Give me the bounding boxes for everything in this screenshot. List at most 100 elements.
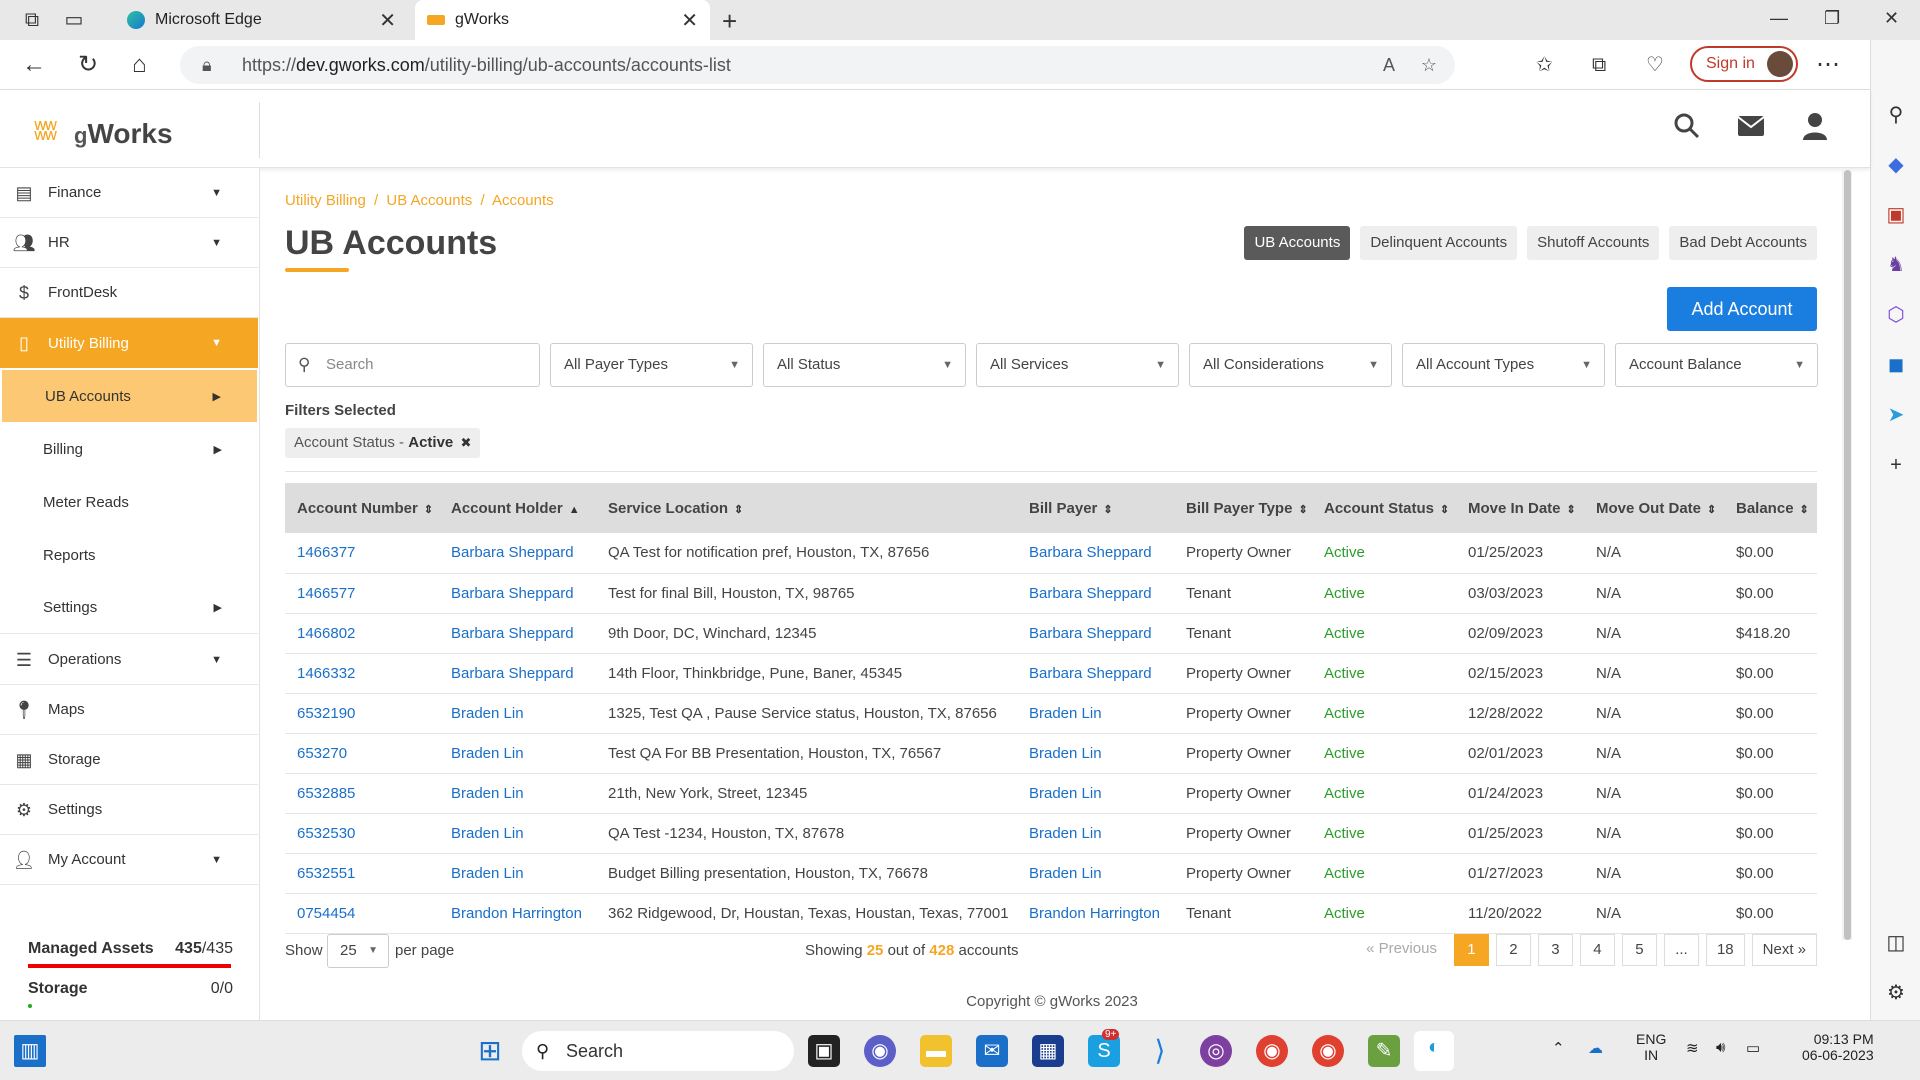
performance-icon[interactable]: ♡	[1646, 51, 1664, 79]
account-holder-link[interactable]: Braden Lin	[439, 733, 596, 774]
more-menu-icon[interactable]: ⋯	[1816, 51, 1840, 79]
sidebar-item-maps[interactable]: 📍︎ Maps	[0, 685, 258, 735]
tab-shutoff-accounts[interactable]: Shutoff Accounts	[1527, 226, 1660, 260]
page-button-18[interactable]: 18	[1705, 934, 1745, 966]
bill-payer-link[interactable]: Barbara Sheppard	[1017, 533, 1174, 574]
account-number-link[interactable]: 1466577	[285, 573, 439, 614]
account-number-link[interactable]: 6532551	[285, 853, 439, 894]
store-icon[interactable]: ▦	[1032, 1035, 1064, 1067]
workspaces-icon[interactable]: ⧉	[20, 8, 44, 32]
github-desktop-icon[interactable]: ◎	[1200, 1035, 1232, 1067]
column-header[interactable]: Bill Payer Type ⇕	[1174, 483, 1312, 533]
teams-chat-icon[interactable]: ◉	[864, 1035, 896, 1067]
back-icon[interactable]: ←	[22, 51, 46, 79]
bill-payer-link[interactable]: Brandon Harrington	[1017, 893, 1174, 934]
sort-icon[interactable]: ⇕	[1103, 504, 1112, 516]
page-button-2[interactable]: 2	[1495, 934, 1531, 966]
sort-icon[interactable]: ⇕	[1440, 504, 1449, 516]
bill-payer-link[interactable]: Braden Lin	[1017, 693, 1174, 734]
account-holder-link[interactable]: Barbara Sheppard	[439, 653, 596, 694]
tab-microsoft-edge[interactable]: Microsoft Edge ✕	[115, 0, 408, 40]
sidebar-subitem-meter-reads[interactable]: Meter Reads	[0, 476, 258, 528]
next-page-button[interactable]: Next »	[1751, 934, 1817, 966]
bill-payer-link[interactable]: Braden Lin	[1017, 853, 1174, 894]
services-dropdown[interactable]: All Services ▼	[976, 343, 1179, 387]
account-number-link[interactable]: 1466802	[285, 613, 439, 654]
hide-sidebar-icon[interactable]: ◫	[1883, 930, 1909, 956]
vscode-icon[interactable]: ⟩	[1144, 1035, 1176, 1067]
drop-icon[interactable]: ➤	[1883, 402, 1909, 428]
search-icon[interactable]	[1671, 112, 1703, 144]
column-header[interactable]: Account Status ⇕	[1312, 483, 1456, 533]
status-dropdown[interactable]: All Status ▼	[763, 343, 966, 387]
outlook-icon[interactable]: ◼	[1883, 352, 1909, 378]
account-number-link[interactable]: 6532530	[285, 813, 439, 854]
tab-delinquent-accounts[interactable]: Delinquent Accounts	[1360, 226, 1518, 260]
vertical-tabs-icon[interactable]: ▭	[62, 8, 86, 32]
bill-payer-link[interactable]: Braden Lin	[1017, 813, 1174, 854]
tab-ub-accounts[interactable]: UB Accounts	[1244, 226, 1351, 260]
per-page-select[interactable]: 25 ▼	[327, 934, 389, 968]
collections-icon[interactable]: ⧉	[1592, 51, 1606, 79]
bill-payer-link[interactable]: Braden Lin	[1017, 773, 1174, 814]
taskbar-search[interactable]: ⚲ Search	[522, 1031, 794, 1071]
account-holder-link[interactable]: Barbara Sheppard	[439, 613, 596, 654]
account-holder-link[interactable]: Barbara Sheppard	[439, 533, 596, 574]
onedrive-icon[interactable]: ☁	[1588, 1039, 1603, 1057]
sidebar-subitem-ub-accounts[interactable]: UB Accounts ▶	[2, 370, 257, 422]
sidebar-item-frontdesk[interactable]: $ FrontDesk	[0, 268, 258, 318]
chrome-icon[interactable]: ◉	[1256, 1035, 1288, 1067]
column-header[interactable]: Account Number ⇕	[285, 483, 439, 533]
restore-icon[interactable]: ❐	[1824, 8, 1840, 29]
sort-icon[interactable]: ▲	[569, 504, 580, 516]
search-input[interactable]: ⚲ Search	[285, 343, 540, 387]
account-holder-link[interactable]: Braden Lin	[439, 693, 596, 734]
bill-payer-link[interactable]: Barbara Sheppard	[1017, 653, 1174, 694]
payer-types-dropdown[interactable]: All Payer Types ▼	[550, 343, 753, 387]
close-tab-icon[interactable]: ✕	[681, 8, 698, 33]
tab-bad-debt-accounts[interactable]: Bad Debt Accounts	[1669, 226, 1817, 260]
sidebar-item-hr[interactable]: 👥︎ HR ▼	[0, 218, 258, 268]
bill-payer-link[interactable]: Barbara Sheppard	[1017, 613, 1174, 654]
account-number-link[interactable]: 1466377	[285, 533, 439, 574]
read-aloud-icon[interactable]: A	[1383, 46, 1395, 84]
page-button-4[interactable]: 4	[1579, 934, 1615, 966]
minimize-icon[interactable]: —	[1770, 8, 1788, 29]
sign-in-button[interactable]: Sign in	[1690, 46, 1798, 82]
sidebar-item-operations[interactable]: ☰ Operations ▼	[0, 635, 258, 685]
tab-gworks[interactable]: gWorks ✕	[415, 0, 710, 40]
page-button-1[interactable]: 1	[1453, 934, 1489, 966]
considerations-dropdown[interactable]: All Considerations ▼	[1189, 343, 1392, 387]
gworks-logo[interactable]: ʬʬ gWorks	[30, 102, 260, 158]
account-number-link[interactable]: 653270	[285, 733, 439, 774]
breadcrumb-utility-billing[interactable]: Utility Billing	[285, 192, 366, 209]
mail-app-icon[interactable]: ✉	[976, 1035, 1008, 1067]
close-window-icon[interactable]: ✕	[1884, 8, 1899, 29]
close-tab-icon[interactable]: ✕	[379, 8, 396, 33]
clock[interactable]: 09:13 PM 06-06-2023	[1802, 1031, 1874, 1063]
add-sidebar-app-icon[interactable]: +	[1883, 452, 1909, 478]
column-header[interactable]: Move In Date ⇕	[1456, 483, 1584, 533]
sort-icon[interactable]: ⇕	[1707, 504, 1716, 516]
volume-icon[interactable]: 🔊︎	[1716, 1039, 1725, 1056]
home-icon[interactable]: ⌂	[132, 51, 147, 79]
page-scrollbar[interactable]	[1842, 170, 1852, 940]
account-number-link[interactable]: 6532190	[285, 693, 439, 734]
sort-icon[interactable]: ⇕	[1298, 504, 1307, 516]
page-button-5[interactable]: 5	[1621, 934, 1657, 966]
page-button-3[interactable]: 3	[1537, 934, 1573, 966]
sort-icon[interactable]: ⇕	[734, 504, 743, 516]
column-header[interactable]: Move Out Date ⇕	[1584, 483, 1724, 533]
language-indicator[interactable]: ENG IN	[1636, 1031, 1666, 1063]
notepad-plus-icon[interactable]: ✎	[1368, 1035, 1400, 1067]
sort-icon[interactable]: ⇕	[1800, 504, 1809, 516]
account-types-dropdown[interactable]: All Account Types ▼	[1402, 343, 1605, 387]
sidebar-item-my-account[interactable]: 👤︎ My Account ▼	[0, 835, 258, 885]
sidebar-item-utility-billing[interactable]: ▯ Utility Billing ▼	[0, 318, 258, 368]
account-holder-link[interactable]: Barbara Sheppard	[439, 573, 596, 614]
column-header[interactable]: Bill Payer ⇕	[1017, 483, 1174, 533]
account-holder-link[interactable]: Brandon Harrington	[439, 893, 596, 934]
shopping-tag-icon[interactable]: ◆	[1883, 152, 1909, 178]
previous-page-button[interactable]: « Previous	[1356, 934, 1447, 966]
column-header[interactable]: Account Holder ▲	[439, 483, 596, 533]
